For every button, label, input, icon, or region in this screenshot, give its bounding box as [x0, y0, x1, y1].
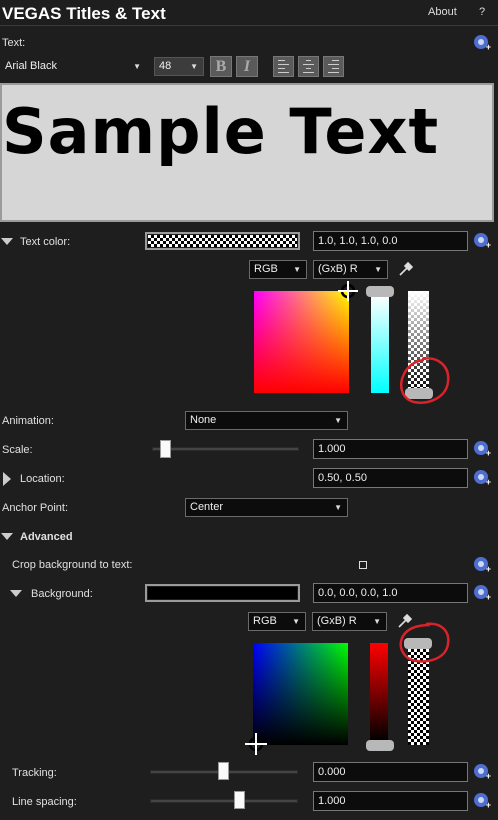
annotation-circle — [396, 620, 452, 666]
line-spacing-label: Line spacing: — [12, 796, 77, 808]
background-value-field[interactable]: 0.0, 0.0, 0.0, 1.0 — [313, 583, 468, 603]
tracking-label: Tracking: — [12, 767, 57, 779]
tracking-value-field[interactable]: 0.000 — [313, 762, 468, 782]
animation-label: Animation: — [2, 415, 54, 427]
location-keyframe-icon[interactable]: + — [474, 470, 491, 487]
line-spacing-slider-handle[interactable] — [234, 791, 245, 809]
background-channel-value: (GxB) R — [317, 615, 357, 627]
background-label: Background: — [31, 588, 93, 600]
line-spacing-value-field[interactable]: 1.000 — [313, 791, 468, 811]
anchor-value: Center — [190, 501, 224, 513]
text-preview-box[interactable]: Sample Text — [0, 83, 494, 222]
font-name-value: Arial Black — [5, 60, 57, 72]
align-center-button[interactable] — [298, 56, 319, 77]
tracking-keyframe-icon[interactable]: + — [474, 764, 491, 781]
chevron-down-icon: ▼ — [373, 617, 381, 626]
text-color-gb-field[interactable] — [254, 291, 349, 393]
animation-value: None — [190, 414, 217, 426]
scale-slider-handle[interactable] — [160, 440, 171, 458]
scale-keyframe-icon[interactable]: + — [474, 441, 491, 458]
chevron-down-icon: ▼ — [293, 265, 301, 274]
text-color-expand-icon[interactable] — [1, 238, 13, 245]
align-left-button[interactable] — [273, 56, 294, 77]
animation-dropdown[interactable]: None ▼ — [185, 411, 348, 430]
scale-slider-track[interactable] — [152, 447, 299, 451]
about-menu[interactable]: About — [428, 6, 457, 18]
background-r-slider-handle[interactable] — [366, 740, 394, 751]
background-crosshair-icon[interactable] — [244, 732, 268, 756]
font-name-dropdown[interactable]: Arial Black ▼ — [0, 57, 147, 76]
align-right-button[interactable] — [323, 56, 344, 77]
scale-label: Scale: — [2, 444, 33, 456]
font-size-value: 48 — [159, 60, 172, 72]
italic-button[interactable]: I — [236, 56, 258, 77]
line-spacing-keyframe-icon[interactable]: + — [474, 793, 491, 810]
eyedropper-icon[interactable] — [397, 260, 414, 278]
text-color-r-slider-handle[interactable] — [366, 286, 394, 297]
text-color-label: Text color: — [20, 236, 71, 248]
background-mode-dropdown[interactable]: RGB ▼ — [248, 612, 306, 631]
advanced-expand-icon[interactable] — [1, 533, 13, 540]
text-color-crosshair-icon[interactable] — [337, 280, 359, 302]
text-color-mode-dropdown[interactable]: RGB ▼ — [249, 260, 307, 279]
background-color-swatch[interactable] — [145, 584, 300, 602]
background-r-slider[interactable] — [370, 643, 388, 741]
preview-text: Sample Text — [2, 95, 440, 168]
crop-background-label: Crop background to text: — [12, 559, 133, 571]
location-expand-icon[interactable] — [3, 472, 11, 486]
text-color-r-slider[interactable] — [371, 295, 389, 393]
location-value-field[interactable]: 0.50, 0.50 — [313, 468, 468, 488]
font-size-dropdown[interactable]: 48 ▼ — [154, 57, 204, 76]
title-divider — [0, 25, 498, 26]
text-color-mode-value: RGB — [254, 263, 278, 275]
background-gb-field[interactable] — [253, 643, 348, 745]
chevron-down-icon: ▼ — [374, 265, 382, 274]
crop-keyframe-icon[interactable]: + — [474, 557, 491, 574]
text-color-value-field[interactable]: 1.0, 1.0, 1.0, 0.0 — [313, 231, 468, 251]
help-menu[interactable]: ? — [479, 6, 485, 18]
anchor-label: Anchor Point: — [2, 502, 69, 514]
chevron-down-icon: ▼ — [190, 62, 198, 71]
chevron-down-icon: ▼ — [292, 617, 300, 626]
anchor-dropdown[interactable]: Center ▼ — [185, 498, 348, 517]
line-spacing-slider-track[interactable] — [150, 799, 298, 803]
scale-value-field[interactable]: 1.000 — [313, 439, 468, 459]
background-expand-icon[interactable] — [10, 590, 22, 597]
background-mode-value: RGB — [253, 615, 277, 627]
bold-button[interactable]: B — [210, 56, 232, 77]
tracking-slider-handle[interactable] — [218, 762, 229, 780]
location-label: Location: — [20, 473, 65, 485]
text-color-channel-dropdown[interactable]: (GxB) R ▼ — [313, 260, 388, 279]
background-channel-dropdown[interactable]: (GxB) R ▼ — [312, 612, 387, 631]
text-label: Text: — [2, 37, 26, 49]
chevron-down-icon: ▼ — [334, 416, 342, 425]
background-keyframe-icon[interactable]: + — [474, 585, 491, 602]
text-color-channel-value: (GxB) R — [318, 263, 358, 275]
chevron-down-icon: ▼ — [133, 62, 141, 71]
advanced-header: Advanced — [20, 531, 73, 543]
chevron-down-icon: ▼ — [334, 503, 342, 512]
text-color-keyframe-icon[interactable]: + — [474, 233, 491, 250]
crop-background-checkbox[interactable] — [359, 561, 367, 569]
text-color-swatch[interactable] — [145, 232, 300, 250]
annotation-circle — [398, 356, 452, 406]
text-keyframe-icon[interactable]: + — [474, 35, 491, 52]
window-title: VEGAS Titles & Text — [2, 4, 166, 23]
